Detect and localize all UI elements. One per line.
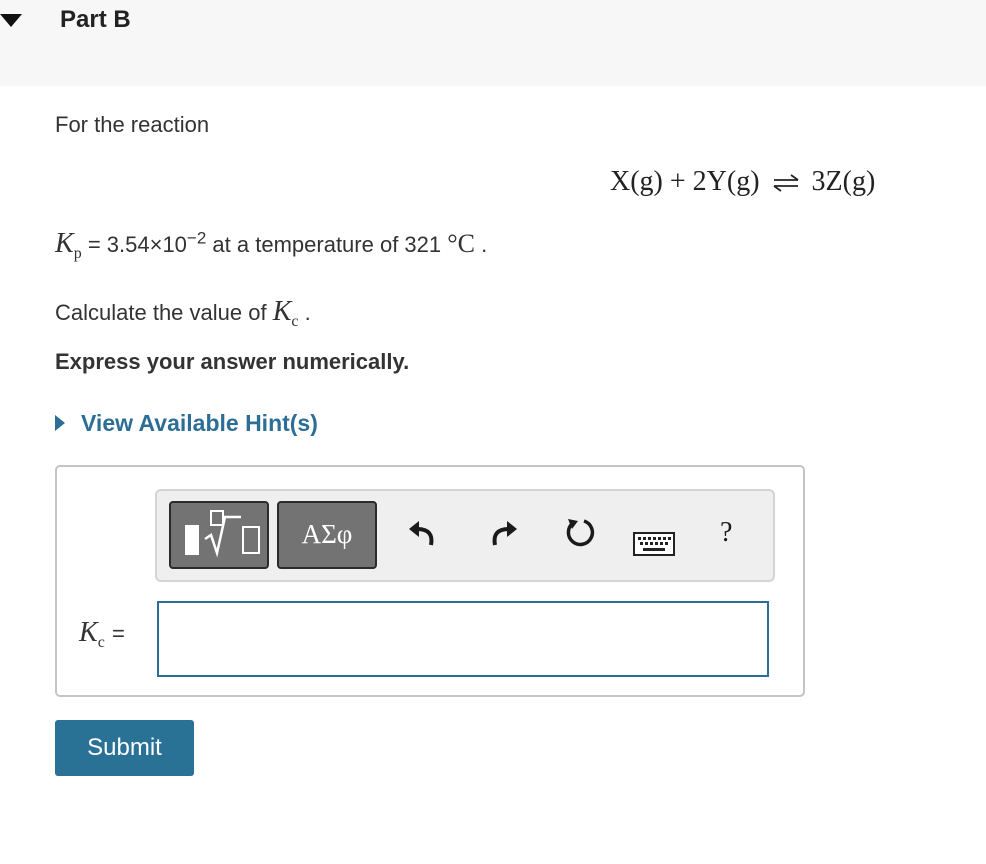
part-title: Part B [60, 6, 131, 33]
question-text: Calculate the value of Kc . [55, 296, 311, 330]
answer-kc-symbol: K [79, 617, 98, 648]
template-button[interactable] [169, 501, 269, 569]
equation-products: 3Z(g) [811, 166, 876, 197]
keyboard-icon[interactable] [633, 527, 675, 564]
kp-subscript: p [73, 245, 82, 262]
part-header[interactable]: Part B [0, 0, 986, 86]
temperature-unit: °C [447, 229, 475, 258]
question-suffix: . [298, 300, 311, 325]
kp-value: = 3.54×10 [87, 232, 187, 257]
help-icon[interactable]: ? [720, 517, 732, 549]
kc-subscript: c [291, 313, 299, 330]
template-icon [185, 510, 260, 558]
equation-reactants: X(g) + 2Y(g) [610, 166, 760, 197]
kp-temperature-text: at a temperature of 321 [206, 232, 448, 257]
intro-text: For the reaction [55, 112, 210, 137]
kp-symbol: K [55, 228, 74, 259]
answer-input[interactable] [157, 601, 769, 677]
instruction-text: Express your answer numerically. [55, 349, 410, 374]
answer-panel: ΑΣφ ? Kc = [55, 465, 805, 697]
question-prefix: Calculate the value of [55, 300, 273, 325]
reaction-equation: X(g) + 2Y(g) 3Z(g) [610, 166, 875, 200]
greek-label: ΑΣφ [301, 519, 353, 549]
kp-statement: Kp = 3.54×10−2 at a temperature of 321 °… [55, 228, 488, 262]
reset-icon[interactable] [562, 515, 598, 559]
greek-symbols-button[interactable]: ΑΣφ [277, 501, 377, 569]
answer-label: Kc = [79, 617, 125, 651]
collapse-arrow-icon[interactable] [0, 14, 22, 27]
undo-icon[interactable] [407, 515, 439, 555]
submit-button[interactable]: Submit [55, 720, 194, 776]
kp-exponent: −2 [186, 228, 207, 248]
expand-triangle-icon [55, 414, 65, 431]
redo-icon[interactable] [487, 515, 519, 555]
kc-symbol: K [272, 296, 292, 327]
hint-label[interactable]: View Available Hint(s) [81, 410, 318, 436]
kp-period: . [475, 232, 488, 257]
math-toolbar: ΑΣφ ? [155, 489, 775, 582]
equilibrium-arrow-icon [773, 168, 799, 200]
answer-kc-subscript: c [97, 634, 105, 651]
view-hints-link[interactable]: View Available Hint(s) [55, 410, 318, 437]
answer-equals: = [112, 621, 125, 646]
